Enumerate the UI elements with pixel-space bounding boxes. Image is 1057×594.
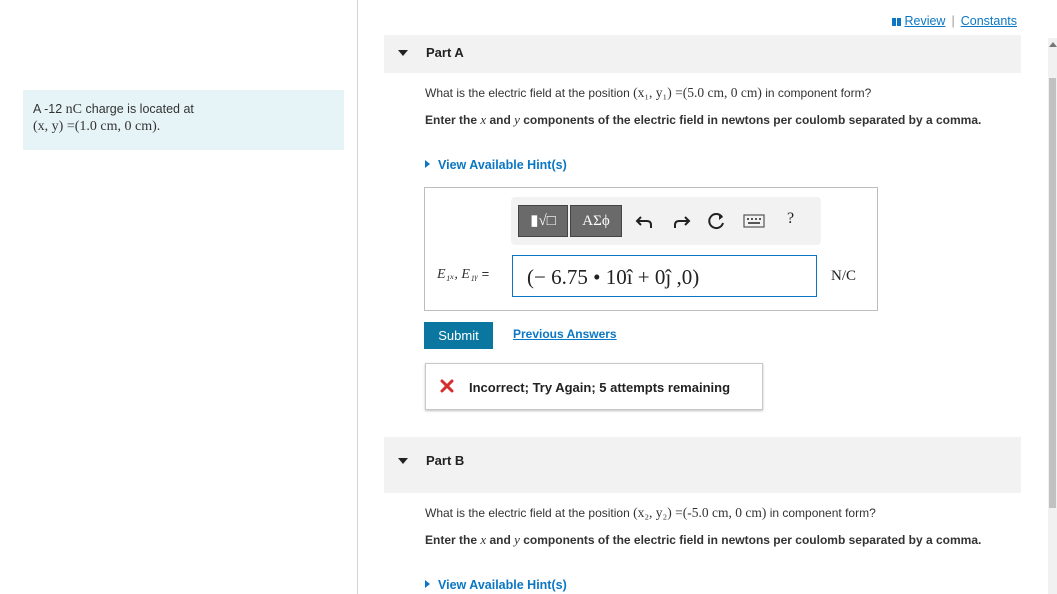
- part-a-label: Part A: [426, 45, 464, 60]
- feedback-message: Incorrect; Try Again; 5 attempts remaini…: [469, 380, 731, 395]
- scrollbar-thumb[interactable]: [1049, 78, 1056, 508]
- part-b-instruction: Enter the x and y components of the elec…: [425, 532, 982, 547]
- expand-triangle-icon: [425, 160, 430, 168]
- column-divider: [357, 0, 358, 594]
- link-separator: |: [951, 14, 955, 28]
- help-button[interactable]: ?: [787, 210, 794, 228]
- part-a-position: (x₁, y₁) =(5.0 cm, 0 cm): [633, 85, 762, 100]
- expression-label: E₁ₓ, E₁ᵧ =: [437, 266, 490, 282]
- charge-position: (x, y) =(1.0 cm, 0 cm).: [33, 119, 161, 134]
- math-toolbar: ▮√□ ΑΣϕ ?: [511, 197, 821, 245]
- problem-info-panel: A -12 nC charge is located at (x, y) =(1…: [23, 90, 344, 150]
- part-b-header[interactable]: Part B: [384, 437, 1021, 493]
- expand-triangle-icon: [425, 580, 430, 588]
- unit-label: N/C: [831, 268, 857, 284]
- charge-unit: nC: [65, 102, 83, 117]
- scroll-up-arrow-icon[interactable]: [1049, 42, 1057, 47]
- feedback-box: Incorrect; Try Again; 5 attempts remaini…: [425, 363, 763, 410]
- part-b-hint-toggle[interactable]: View Available Hint(s): [425, 578, 567, 592]
- greek-symbols-button[interactable]: ΑΣϕ: [570, 205, 622, 237]
- collapse-triangle-icon[interactable]: [398, 458, 408, 464]
- constants-link[interactable]: Constants: [961, 14, 1017, 28]
- incorrect-x-icon: [440, 379, 454, 393]
- part-b-label: Part B: [426, 453, 465, 468]
- collapse-triangle-icon[interactable]: [398, 50, 408, 56]
- previous-answers-link[interactable]: Previous Answers: [513, 327, 617, 341]
- top-links: Review | Constants: [892, 14, 1017, 28]
- part-a-header[interactable]: Part A: [384, 35, 1021, 73]
- answer-input[interactable]: (− 6.75 • 10î + 0ĵ ,0): [512, 255, 817, 297]
- keyboard-icon[interactable]: [743, 214, 765, 228]
- undo-icon[interactable]: [635, 211, 655, 231]
- part-a-hint-toggle[interactable]: View Available Hint(s): [425, 158, 567, 172]
- review-icon: [892, 17, 902, 26]
- templates-button[interactable]: ▮√□: [518, 205, 568, 237]
- reset-icon[interactable]: [707, 211, 727, 231]
- part-a-instruction: Enter the x and y components of the elec…: [425, 112, 982, 127]
- redo-icon[interactable]: [671, 211, 691, 231]
- answer-value: (− 6.75 • 10î + 0ĵ ,0): [527, 265, 700, 289]
- problem-statement: A -12 nC charge is located at: [33, 102, 194, 117]
- review-link[interactable]: Review: [904, 14, 945, 28]
- part-b-position: (x₂, y₂) =(-5.0 cm, 0 cm): [633, 505, 767, 520]
- submit-button[interactable]: Submit: [424, 322, 493, 349]
- part-a-question: What is the electric field at the positi…: [425, 85, 872, 100]
- part-b-question: What is the electric field at the positi…: [425, 505, 876, 520]
